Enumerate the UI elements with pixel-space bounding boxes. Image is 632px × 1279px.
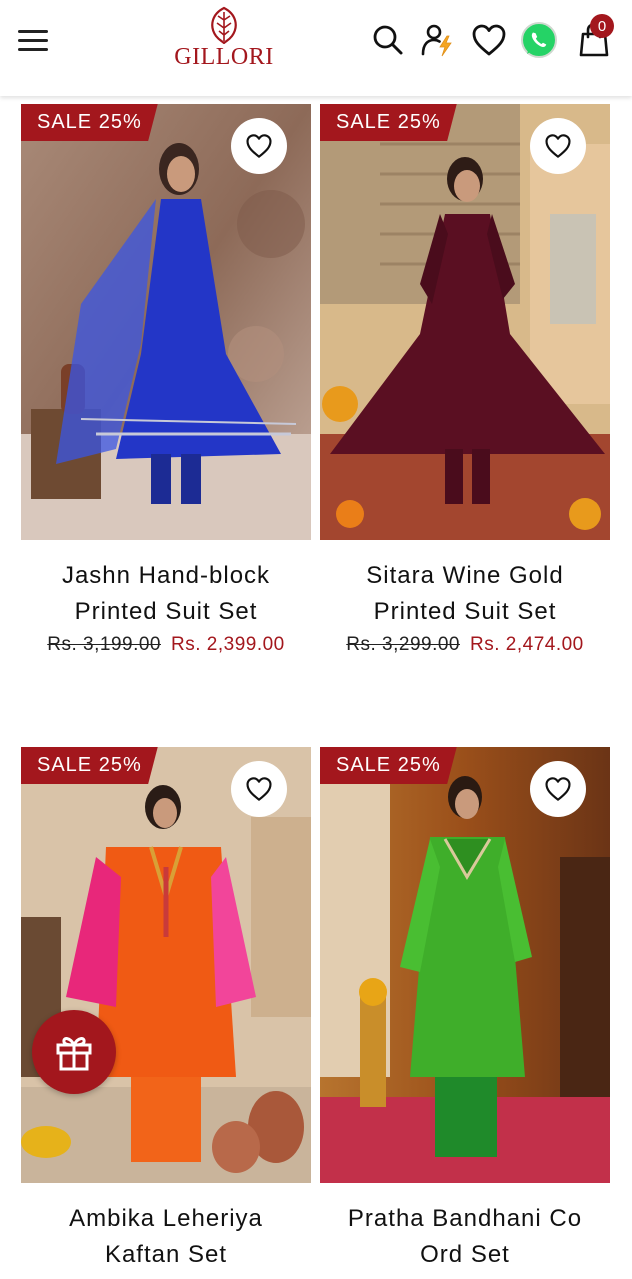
original-price: Rs. 3,299.00 bbox=[346, 634, 460, 655]
product-image[interactable]: SALE 25% bbox=[21, 747, 311, 1183]
product-price: Rs. 3,199.00 Rs. 2,399.00 bbox=[21, 634, 311, 656]
product-title-line1[interactable]: Pratha Bandhani Co bbox=[320, 1201, 610, 1237]
product-card[interactable]: SALE 25% Pratha Bandhani Co Ord Set bbox=[320, 747, 610, 1273]
hamburger-menu-icon[interactable] bbox=[18, 28, 50, 54]
cart-bag-icon[interactable]: 0 bbox=[574, 14, 614, 60]
whatsapp-icon[interactable] bbox=[519, 20, 559, 60]
user-bolt-icon[interactable] bbox=[418, 20, 458, 60]
product-title-line2[interactable]: Printed Suit Set bbox=[320, 594, 610, 630]
leaf-logo-icon bbox=[211, 6, 237, 44]
heart-outline-icon bbox=[545, 134, 571, 158]
product-title-line2[interactable]: Printed Suit Set bbox=[21, 594, 311, 630]
sale-badge: SALE 25% bbox=[320, 747, 457, 784]
gift-button[interactable] bbox=[32, 1010, 116, 1094]
search-icon[interactable] bbox=[368, 20, 408, 60]
cart-count-badge: 0 bbox=[590, 14, 614, 38]
add-to-wishlist-button[interactable] bbox=[231, 761, 287, 817]
product-title[interactable]: Jashn Hand-block Printed Suit Set bbox=[21, 558, 311, 630]
product-title[interactable]: Sitara Wine Gold Printed Suit Set bbox=[320, 558, 610, 630]
product-title-line1[interactable]: Ambika Leheriya bbox=[21, 1201, 311, 1237]
product-title-line2[interactable]: Ord Set bbox=[320, 1237, 610, 1273]
product-card[interactable]: SALE 25% Jashn Hand-block Printed Suit S… bbox=[21, 104, 311, 656]
add-to-wishlist-button[interactable] bbox=[530, 118, 586, 174]
sale-price: Rs. 2,474.00 bbox=[470, 634, 584, 655]
product-image[interactable]: SALE 25% bbox=[320, 104, 610, 540]
heart-outline-icon bbox=[246, 134, 272, 158]
add-to-wishlist-button[interactable] bbox=[530, 761, 586, 817]
brand-name: GILLORI bbox=[174, 44, 274, 70]
product-image[interactable]: SALE 25% bbox=[320, 747, 610, 1183]
add-to-wishlist-button[interactable] bbox=[231, 118, 287, 174]
product-card[interactable]: SALE 25% Sitara Wine Gold Printed Suit S… bbox=[320, 104, 610, 656]
product-image[interactable]: SALE 25% bbox=[21, 104, 311, 540]
wishlist-heart-icon[interactable] bbox=[469, 20, 509, 60]
product-title-line2[interactable]: Kaftan Set bbox=[21, 1237, 311, 1273]
sale-price: Rs. 2,399.00 bbox=[171, 634, 285, 655]
product-price: Rs. 3,299.00 Rs. 2,474.00 bbox=[320, 634, 610, 656]
sale-badge: SALE 25% bbox=[320, 104, 457, 141]
heart-outline-icon bbox=[545, 777, 571, 801]
gift-icon bbox=[56, 1037, 92, 1071]
top-header: GILLORI 0 bbox=[0, 0, 632, 96]
sale-badge: SALE 25% bbox=[21, 747, 158, 784]
sale-badge: SALE 25% bbox=[21, 104, 158, 141]
product-title-line1[interactable]: Sitara Wine Gold bbox=[320, 558, 610, 594]
brand-logo[interactable]: GILLORI bbox=[160, 6, 288, 80]
product-title[interactable]: Pratha Bandhani Co Ord Set bbox=[320, 1201, 610, 1273]
original-price: Rs. 3,199.00 bbox=[47, 634, 161, 655]
product-title-line1[interactable]: Jashn Hand-block bbox=[21, 558, 311, 594]
heart-outline-icon bbox=[246, 777, 272, 801]
product-title[interactable]: Ambika Leheriya Kaftan Set bbox=[21, 1201, 311, 1273]
